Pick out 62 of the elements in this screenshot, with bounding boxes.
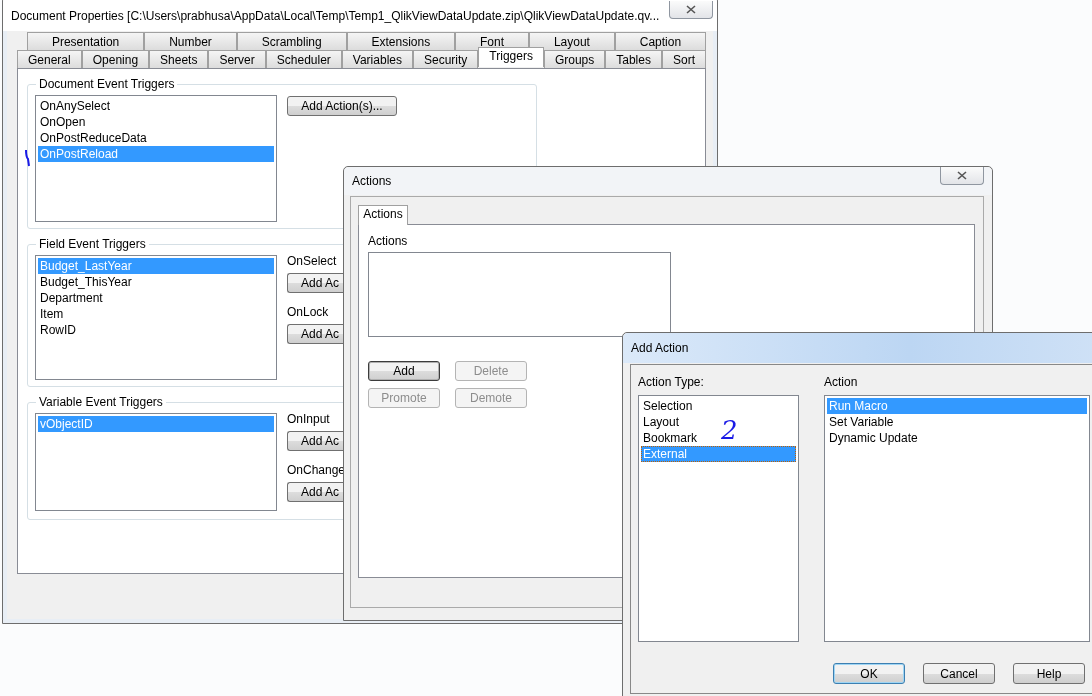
tab[interactable]: Presentation bbox=[27, 32, 145, 50]
close-button[interactable] bbox=[669, 1, 713, 19]
window-title: Add Action bbox=[631, 341, 689, 355]
list-item[interactable]: Item bbox=[38, 306, 66, 322]
list-item[interactable]: OnAnySelect bbox=[38, 98, 113, 114]
event-label: OnSelect bbox=[287, 253, 337, 269]
group-title: Document Event Triggers bbox=[38, 77, 176, 91]
list-box[interactable]: Budget_LastYear Budget_ThisYear Department Item RowID bbox=[35, 255, 277, 380]
add-action-button[interactable]: Add Ac bbox=[287, 431, 343, 451]
group-title: Field Event Triggers bbox=[38, 237, 147, 251]
tab[interactable]: Triggers bbox=[478, 47, 544, 67]
close-button[interactable] bbox=[940, 167, 984, 185]
dialog-button[interactable]: Add bbox=[368, 361, 440, 381]
group-title: Variable Event Triggers bbox=[38, 395, 164, 409]
list-item[interactable]: OnPostReduceData bbox=[38, 130, 149, 146]
event-label: OnLock bbox=[287, 304, 329, 320]
add-action-button[interactable]: Add Ac bbox=[287, 482, 343, 502]
list-item[interactable]: Set Variable bbox=[827, 414, 896, 430]
tab[interactable]: Security bbox=[412, 50, 479, 68]
event-label: OnInput bbox=[287, 411, 330, 427]
tab[interactable]: Scheduler bbox=[265, 50, 342, 68]
dialog-button[interactable]: Cancel bbox=[923, 663, 995, 684]
add-action-button[interactable]: Add Ac bbox=[287, 273, 343, 293]
list-box[interactable]: OnAnySelect OnOpen OnPostReduceData OnPostReload bbox=[35, 95, 277, 222]
tab[interactable]: Font bbox=[455, 32, 529, 50]
tab[interactable]: Layout bbox=[528, 32, 615, 50]
event-label: OnChange bbox=[287, 462, 346, 478]
tab[interactable]: Groups bbox=[543, 50, 606, 68]
tab[interactable]: Sheets bbox=[149, 50, 209, 68]
handwritten-annotation: 2 bbox=[721, 417, 738, 443]
list-item[interactable]: OnOpen bbox=[38, 114, 88, 130]
dialog-button[interactable]: Help bbox=[1013, 663, 1085, 684]
tab[interactable]: Caption bbox=[614, 32, 707, 50]
dialog-button[interactable]: OK bbox=[833, 663, 905, 684]
tab[interactable]: Variables bbox=[341, 50, 413, 68]
list-label: Action bbox=[824, 375, 859, 389]
tab[interactable]: General bbox=[17, 50, 82, 68]
list-item[interactable]: Layout bbox=[641, 414, 682, 430]
tab[interactable]: Server bbox=[208, 50, 266, 68]
window-title: Document Properties [C:\Users\prabhusa\AppData\Local\Temp\Temp1_QlikViewDataUpdate.zip\QlikViewDataUpdate.qv... bbox=[11, 9, 660, 23]
tab[interactable]: Sort bbox=[661, 50, 706, 68]
list-item[interactable]: Dynamic Update bbox=[827, 430, 920, 446]
list-item[interactable]: Selection bbox=[641, 398, 695, 414]
list-label: Actions bbox=[368, 234, 408, 248]
add-actions-button[interactable]: Add Action(s)... bbox=[287, 96, 397, 116]
tab[interactable]: Actions bbox=[358, 205, 408, 225]
list-label: Action Type: bbox=[638, 375, 705, 389]
close-icon bbox=[957, 171, 967, 180]
list-item[interactable]: RowID bbox=[38, 322, 78, 338]
tab[interactable]: Scrambling bbox=[236, 32, 347, 50]
tab[interactable]: Opening bbox=[81, 50, 150, 68]
list-item[interactable]: Department bbox=[38, 290, 105, 306]
list-item[interactable]: Bookmark bbox=[641, 430, 700, 446]
list-box[interactable]: Run Macro Set Variable Dynamic Update bbox=[824, 395, 1090, 642]
tab[interactable]: Extensions bbox=[346, 32, 456, 50]
pen-mark-icon bbox=[25, 149, 30, 167]
close-icon bbox=[686, 5, 696, 14]
window-title: Actions bbox=[352, 174, 392, 188]
tab[interactable]: Tables bbox=[605, 50, 662, 68]
add-action-button[interactable]: Add Ac bbox=[287, 324, 343, 344]
list-item[interactable]: Budget_ThisYear bbox=[38, 274, 134, 290]
tab[interactable]: Number bbox=[144, 32, 237, 50]
